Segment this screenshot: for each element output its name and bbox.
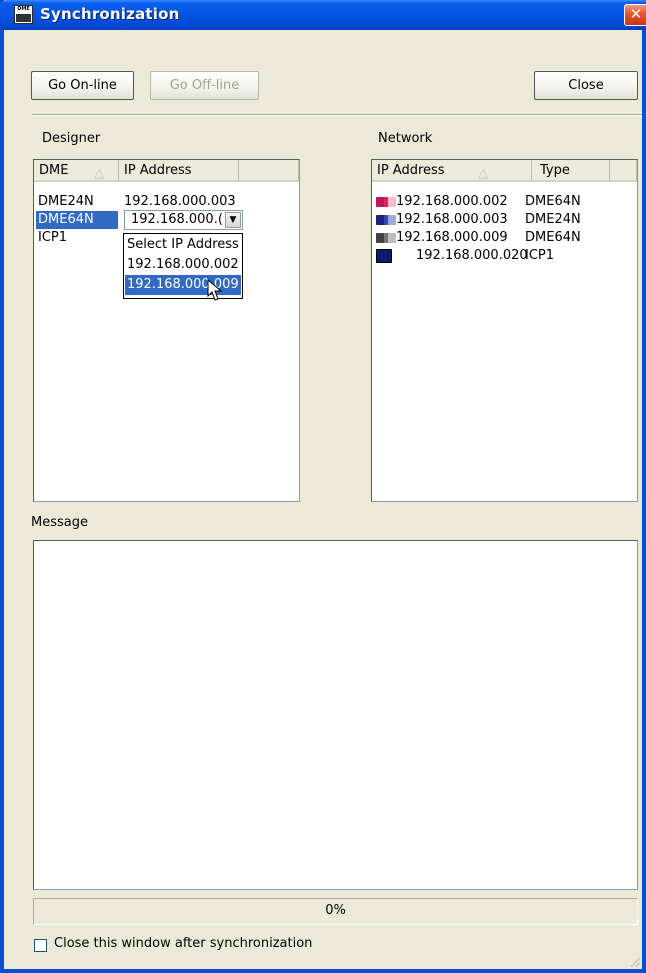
sort-ascending-icon: △ [94, 166, 104, 181]
ip-address-cell: 192.168.000.003 [124, 194, 236, 209]
sort-ascending-icon: △ [478, 166, 488, 181]
designer-list[interactable]: DME △ IP Address DME24N 192.168.000.003 … [33, 159, 300, 502]
ip-address-cell: 192.168.000.003 [396, 212, 508, 227]
dme-name-cell: DME64N [38, 212, 94, 227]
dme24n-device-icon [376, 215, 396, 225]
go-offline-button[interactable]: Go Off-line [150, 71, 259, 100]
message-area[interactable] [33, 540, 638, 890]
type-cell: DME64N [525, 230, 581, 245]
title-bar[interactable]: DME Synchronization ✕ [0, 0, 646, 30]
app-icon-label: DME [16, 6, 31, 12]
mouse-cursor-icon [207, 278, 223, 301]
dme64n-device-icon [376, 197, 396, 207]
icp1-device-icon [376, 249, 392, 263]
type-cell: DME64N [525, 194, 581, 209]
toolbar-divider [32, 114, 642, 116]
progress-label: 0% [325, 903, 346, 918]
network-label: Network [378, 131, 433, 146]
column-header-dme-label: DME [39, 163, 69, 178]
network-list[interactable]: IP Address △ Type 192.168.000.002 DME64N… [371, 159, 638, 502]
column-header-empty [610, 160, 637, 182]
close-button[interactable]: Close [534, 71, 638, 100]
chevron-down-icon[interactable]: ▼ [225, 212, 241, 228]
synchronization-window: DME Synchronization ✕ Go On-line Go Off-… [0, 0, 646, 973]
ip-address-cell: 192.168.000.020 [416, 248, 528, 263]
column-header-ip-address[interactable]: IP Address [119, 160, 239, 182]
ip-address-dropdown-value: 192.168.000.( [131, 212, 223, 227]
dme-name-cell: ICP1 [38, 230, 68, 245]
dropdown-option[interactable]: Select IP Address [127, 236, 239, 253]
ip-address-dropdown[interactable]: 192.168.000.( ▼ [124, 210, 243, 230]
column-header-dme[interactable]: DME △ [34, 160, 119, 182]
resize-grip-icon[interactable] [630, 957, 640, 967]
ip-address-dropdown-list: Select IP Address 192.168.000.002 192.16… [123, 233, 243, 299]
column-header-empty [239, 160, 299, 182]
dme64n-device-icon [376, 233, 396, 243]
column-header-type[interactable]: Type [532, 160, 610, 182]
column-header-ip-label: IP Address [124, 163, 192, 178]
sync-progress-bar: 0% [33, 898, 638, 925]
window-title: Synchronization [40, 5, 180, 23]
type-cell: ICP1 [525, 248, 555, 263]
message-label: Message [31, 515, 88, 530]
column-header-type-label: Type [540, 163, 570, 178]
ip-address-cell: 192.168.000.009 [396, 230, 508, 245]
ip-address-cell: 192.168.000.002 [396, 194, 508, 209]
dme-app-icon: DME [14, 5, 33, 24]
window-close-button[interactable]: ✕ [624, 4, 646, 26]
close-after-sync-label[interactable]: Close this window after synchronization [54, 936, 312, 951]
dropdown-option[interactable]: 192.168.000.002 [127, 256, 239, 273]
close-after-sync-checkbox[interactable] [34, 939, 47, 952]
column-header-ip-address[interactable]: IP Address △ [372, 160, 532, 182]
dme-name-cell: DME24N [38, 194, 94, 209]
designer-label: Designer [42, 131, 101, 146]
column-header-ip-label: IP Address [377, 163, 445, 178]
go-online-button[interactable]: Go On-line [31, 71, 134, 100]
type-cell: DME24N [525, 212, 581, 227]
